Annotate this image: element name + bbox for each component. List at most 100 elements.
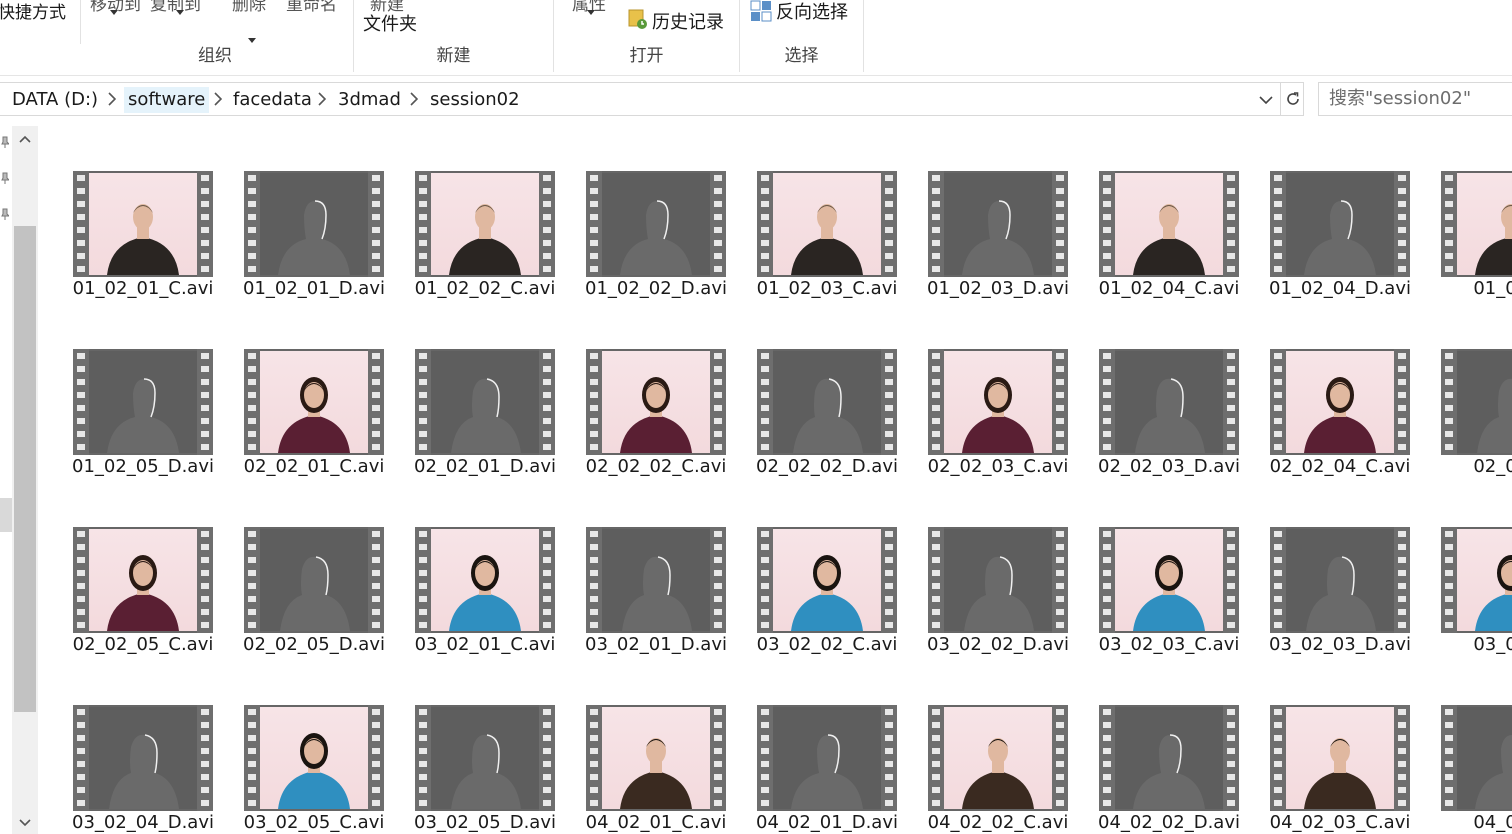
scroll-up-icon[interactable] [18,134,32,144]
film-hole [372,557,380,563]
file-item[interactable]: 01_02_0 [1436,166,1512,316]
delete-button[interactable]: 删除 [232,0,266,15]
film-hole [1274,188,1282,194]
file-item[interactable]: 04_02_02_D.avi [1094,700,1244,834]
film-hole [1056,431,1064,437]
file-item[interactable]: 03_02_03_C.avi [1094,522,1244,672]
film-hole [1445,709,1453,715]
film-hole [885,201,893,207]
file-item[interactable]: 03_02_01_C.avi [410,522,560,672]
file-item[interactable]: 02_02_03_C.avi [923,344,1073,494]
file-item[interactable]: 03_02_01_D.avi [581,522,731,672]
file-item[interactable]: 02_02_04_C.avi [1265,344,1415,494]
file-item[interactable]: 01_02_03_C.avi [752,166,902,316]
film-hole [372,531,380,537]
file-item[interactable]: 03_02_03_D.avi [1265,522,1415,672]
film-hole [372,379,380,385]
invert-selection-button[interactable]: 反向选择 [776,0,848,24]
chevron-down-icon[interactable] [1258,93,1274,107]
video-frame [773,529,881,631]
film-hole [248,544,256,550]
file-item[interactable]: 02_02_02_C.avi [581,344,731,494]
video-thumbnail [928,171,1068,277]
film-hole [372,266,380,272]
film-hole [885,366,893,372]
film-hole [1274,266,1282,272]
history-button[interactable]: 历史记录 [652,8,724,34]
film-hole [1056,596,1064,602]
pin-icon[interactable] [0,136,9,148]
film-strip [1052,527,1068,633]
nav-selected-item[interactable] [0,498,12,532]
file-item[interactable]: 01_02_01_C.avi [68,166,218,316]
file-item[interactable]: 03_02_05_D.avi [410,700,560,834]
film-hole [543,531,551,537]
film-hole [885,583,893,589]
film-hole [932,201,940,207]
film-hole [543,405,551,411]
video-thumbnail [1270,349,1410,455]
film-hole [1398,722,1406,728]
file-name: 03_02_0 [1473,634,1512,655]
film-hole [932,622,940,628]
scrollbar-thumb[interactable] [14,226,36,712]
file-item[interactable]: 02_02_05_C.avi [68,522,218,672]
video-frame [1457,351,1512,453]
film-hole [372,253,380,259]
pin-icon[interactable] [0,172,9,184]
film-hole [372,735,380,741]
file-item[interactable]: 02_02_02_D.avi [752,344,902,494]
file-item[interactable]: 02_02_01_D.avi [410,344,560,494]
file-item[interactable]: 02_02_01_C.avi [239,344,389,494]
film-hole [1103,748,1111,754]
file-item[interactable]: 04_02_03_C.avi [1265,700,1415,834]
film-hole [885,557,893,563]
file-item[interactable]: 01_02_03_D.avi [923,166,1073,316]
file-item[interactable]: 02_02_03_D.avi [1094,344,1244,494]
file-item[interactable]: 01_02_04_D.avi [1265,166,1415,316]
film-hole [543,175,551,181]
file-item[interactable]: 01_02_05_D.avi [68,344,218,494]
film-hole [77,366,85,372]
file-item[interactable]: 03_02_02_D.avi [923,522,1073,672]
scroll-down-icon[interactable] [18,818,32,828]
search-input[interactable]: 搜索"session02" [1318,82,1512,116]
film-hole [1445,748,1453,754]
address-bar[interactable]: DATA (D:) software facedata 3dmad sessio… [0,82,1304,116]
file-item[interactable]: 04_02_02_C.avi [923,700,1073,834]
shortcut-button[interactable]: 快捷方式 [0,0,66,23]
file-item[interactable]: 03_02_05_C.avi [239,700,389,834]
film-strip [1441,527,1457,633]
file-name: 03_02_02_C.avi [756,634,898,655]
breadcrumb-facedata[interactable]: facedata [229,87,316,113]
file-item[interactable]: 02_02_05_D.avi [239,522,389,672]
rename-button[interactable]: 重命名 [286,0,337,15]
refresh-button[interactable] [1280,83,1304,115]
breadcrumb-session02[interactable]: session02 [426,87,524,113]
breadcrumb-drive[interactable]: DATA (D:) [8,87,102,113]
file-item[interactable]: 03_02_04_D.avi [68,700,218,834]
file-item[interactable]: 04_02_0 [1436,700,1512,834]
file-item[interactable]: 03_02_0 [1436,522,1512,672]
file-item[interactable]: 04_02_01_D.avi [752,700,902,834]
file-item[interactable]: 01_02_04_C.avi [1094,166,1244,316]
breadcrumb-3dmad[interactable]: 3dmad [334,87,405,113]
film-hole [1445,227,1453,233]
file-item[interactable]: 01_02_02_D.avi [581,166,731,316]
new-folder-button[interactable]: 文件夹 [363,10,417,36]
film-hole [761,570,769,576]
film-hole [932,544,940,550]
file-item[interactable]: 03_02_02_C.avi [752,522,902,672]
film-hole [419,214,427,220]
file-item[interactable]: 04_02_01_C.avi [581,700,731,834]
file-item[interactable]: 02_02_0 [1436,344,1512,494]
film-strip [1099,527,1115,633]
pin-icon[interactable] [0,208,9,220]
file-item[interactable]: 01_02_01_D.avi [239,166,389,316]
person-figure [1135,378,1205,453]
file-item[interactable]: 01_02_02_C.avi [410,166,560,316]
nav-scrollbar[interactable] [12,126,38,834]
breadcrumb-software[interactable]: software [124,87,210,113]
video-frame [602,529,710,631]
film-hole [1103,800,1111,806]
